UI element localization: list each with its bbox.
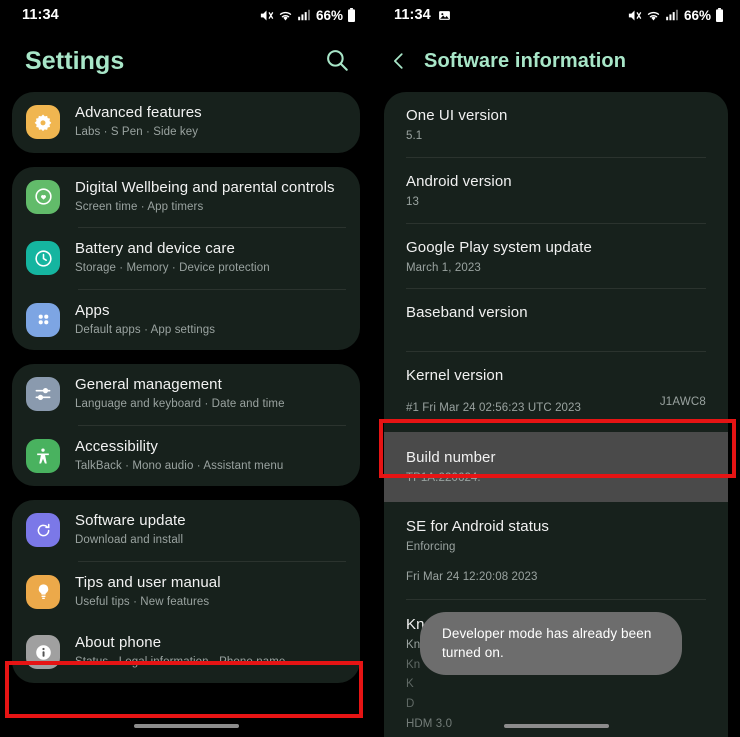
settings-group-3: General management Language and keyboard… (12, 364, 360, 486)
row-value: TP1A.220624. (406, 472, 481, 485)
page-title: Settings (25, 46, 125, 75)
status-time: 11:34 (394, 7, 431, 23)
row-title: One UI version (406, 107, 508, 124)
settings-group-4: Software update Download and install Tip… (12, 500, 360, 683)
row-value-obscured-3: D (406, 698, 415, 711)
accessibility-icon (26, 438, 60, 473)
row-title: SE for Android status (406, 518, 550, 536)
battery-percent: 66% (683, 7, 711, 23)
toast-text: Developer mode has already been turned o… (442, 626, 652, 661)
software-update-icon (26, 513, 60, 548)
software-information-header: Software information (372, 30, 740, 92)
signal-icon (297, 8, 311, 22)
left-phone-screen: 11:34 66% Settings Advanced features Lab… (0, 0, 372, 737)
settings-group-2: Digital Wellbeing and parental controls … (12, 166, 360, 351)
apps-icon (26, 302, 60, 337)
row-title: Kernel version (406, 367, 504, 385)
row-title: Android version (406, 172, 512, 190)
battery-icon (715, 8, 724, 22)
general-management-icon (26, 377, 60, 412)
right-nav-bar (372, 715, 740, 737)
status-time: 11:34 (22, 7, 59, 23)
tips-icon (26, 574, 60, 609)
wifi-icon (646, 8, 661, 23)
sidebar-item-advanced-features[interactable]: Advanced features Labs · S Pen · Side ke… (12, 92, 360, 153)
wifi-icon (278, 8, 293, 23)
row-title: Google Play system update (406, 238, 592, 256)
battery-device-care-icon (26, 241, 60, 276)
info-row-one-ui-version[interactable]: One UI version 5.1 (384, 92, 728, 157)
info-row-android-version[interactable]: Android version 13 (384, 158, 728, 223)
battery-icon (347, 8, 356, 22)
item-subtitle: Useful tips · New features (75, 595, 210, 608)
settings-group-1: Advanced features Labs · S Pen · Side ke… (12, 92, 360, 153)
settings-list: Advanced features Labs · S Pen · Side ke… (0, 92, 372, 683)
info-row-baseband-version[interactable]: Baseband version (384, 289, 728, 351)
item-title: Battery and device care (75, 240, 235, 257)
sidebar-item-about-phone[interactable]: About phone Status · Legal information ·… (12, 622, 360, 683)
item-title: Software update (75, 512, 186, 529)
item-title: Advanced features (75, 104, 202, 121)
digital-wellbeing-icon (26, 179, 60, 214)
right-status-bar: 11:34 66% (372, 0, 740, 30)
sidebar-item-accessibility[interactable]: Accessibility TalkBack · Mono audio · As… (12, 426, 360, 487)
sidebar-item-apps[interactable]: Apps Default apps · App settings (12, 290, 360, 351)
item-subtitle: Status · Legal information · Phone name (75, 656, 286, 669)
mute-icon (627, 8, 642, 23)
left-status-bar: 11:34 66% (0, 0, 372, 30)
advanced-features-icon (26, 105, 60, 140)
sidebar-item-digital-wellbeing[interactable]: Digital Wellbeing and parental controls … (12, 167, 360, 228)
item-subtitle: Language and keyboard · Date and time (75, 398, 285, 411)
mute-icon (259, 8, 274, 23)
item-subtitle: Default apps · App settings (75, 323, 216, 336)
info-row-google-play-system-update[interactable]: Google Play system update March 1, 2023 (384, 224, 728, 289)
item-title: General management (75, 376, 222, 393)
right-phone-screen: 11:34 66% Software information One UI ve… (372, 0, 740, 737)
info-row-se-for-android-status[interactable]: SE for Android status Enforcing Fri Mar … (384, 502, 728, 599)
toast-message: Developer mode has already been turned o… (420, 612, 682, 676)
item-subtitle: Labs · S Pen · Side key (75, 126, 199, 139)
item-subtitle: Storage · Memory · Device protection (75, 262, 270, 275)
search-icon[interactable] (324, 47, 352, 75)
row-title: Build number (406, 449, 496, 467)
image-icon (438, 9, 451, 22)
dual-screenshot-container: 11:34 66% Settings Advanced features Lab… (0, 0, 740, 737)
sidebar-item-tips-user-manual[interactable]: Tips and user manual Useful tips · New f… (12, 562, 360, 623)
page-title: Software information (424, 49, 627, 72)
battery-percent: 66% (315, 7, 343, 23)
info-row-build-number[interactable]: Build number TP1A.220624. (384, 432, 728, 503)
row-value: March 1, 2023 (406, 261, 481, 274)
row-title: Baseband version (406, 304, 528, 322)
item-title: About phone (75, 634, 162, 651)
item-subtitle: Screen time · App timers (75, 200, 204, 213)
item-subtitle: TalkBack · Mono audio · Assistant menu (75, 459, 284, 472)
item-title: Apps (75, 301, 110, 319)
home-handle[interactable] (133, 724, 239, 728)
home-handle[interactable] (503, 724, 609, 728)
sidebar-item-software-update[interactable]: Software update Download and install (12, 500, 360, 561)
row-right-value: J1AWC8 (659, 396, 706, 409)
item-subtitle: Download and install (75, 534, 184, 547)
info-row-kernel-version[interactable]: Kernel version #1 Fri Mar 24 02:56:23 UT… (384, 352, 728, 432)
settings-header: Settings (0, 30, 372, 92)
row-value: Enforcing (406, 541, 456, 554)
back-chevron-icon[interactable] (388, 50, 410, 72)
row-value (406, 325, 706, 340)
sidebar-item-general-management[interactable]: General management Language and keyboard… (12, 364, 360, 425)
sidebar-item-battery-device-care[interactable]: Battery and device care Storage · Memory… (12, 228, 360, 289)
row-value: 13 (406, 195, 419, 208)
left-nav-bar (0, 715, 372, 737)
item-title: Tips and user manual (75, 573, 221, 591)
row-value: 5.1 (406, 130, 423, 142)
row-value-2: Fri Mar 24 12:20:08 2023 (406, 570, 538, 583)
item-title: Accessibility (75, 437, 158, 455)
signal-icon (665, 8, 679, 22)
about-phone-icon (26, 635, 60, 670)
item-title: Digital Wellbeing and parental controls (75, 178, 335, 196)
row-value-obscured-2: K (406, 678, 414, 691)
